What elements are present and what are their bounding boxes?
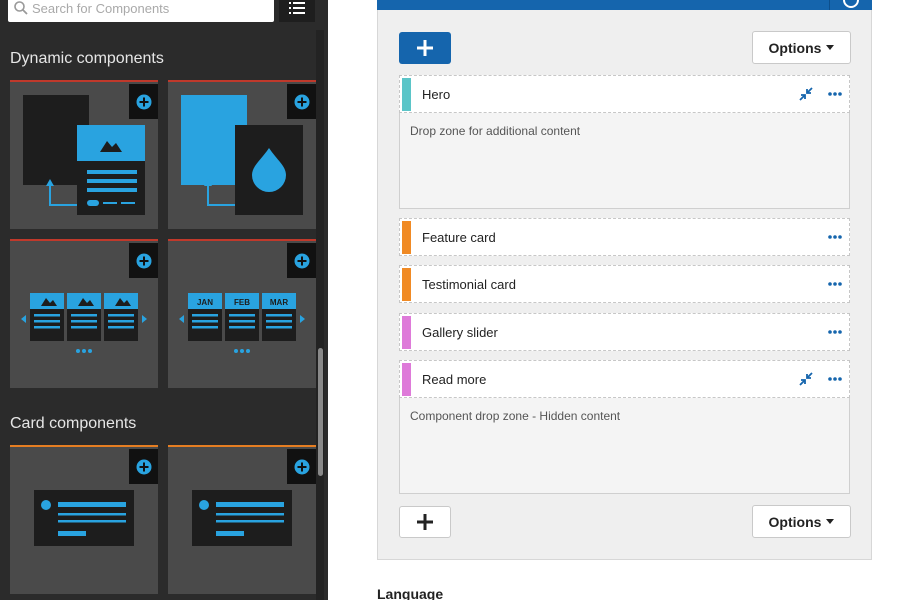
add-component-bottom-button[interactable] bbox=[399, 506, 451, 538]
search-input[interactable] bbox=[32, 0, 268, 22]
plus-icon bbox=[417, 40, 433, 56]
add-component-button[interactable] bbox=[129, 449, 158, 484]
search-box bbox=[8, 0, 274, 22]
plus-circle-icon bbox=[136, 253, 151, 268]
language-label: Language bbox=[377, 586, 444, 600]
plus-circle-icon bbox=[294, 459, 309, 474]
read-more-drop-zone[interactable]: Component drop zone - Hidden content bbox=[399, 398, 850, 494]
component-accent-bar bbox=[402, 221, 411, 254]
list-icon bbox=[289, 2, 305, 14]
component-row-testimonial-card[interactable]: Testimonial card bbox=[399, 265, 850, 303]
drop-zone-text: Component drop zone - Hidden content bbox=[410, 409, 621, 423]
component-label: Testimonial card bbox=[422, 277, 516, 292]
component-row-read-more[interactable]: Read more bbox=[399, 360, 850, 398]
component-accent-bar bbox=[402, 316, 411, 349]
component-card-media-block[interactable] bbox=[168, 80, 316, 229]
component-card-card-basic[interactable] bbox=[10, 445, 158, 594]
add-component-button[interactable] bbox=[129, 243, 158, 278]
month-label: JAN bbox=[197, 298, 213, 307]
component-sidebar: Dynamic components bbox=[0, 0, 328, 600]
component-label: Read more bbox=[422, 372, 487, 387]
component-card-month-carousel[interactable]: JAN FEB MAR bbox=[168, 239, 316, 388]
options-bottom-button[interactable]: Options bbox=[752, 505, 851, 538]
component-card-image-text[interactable] bbox=[10, 80, 158, 229]
month-label: MAR bbox=[270, 298, 288, 307]
panel-header-bar bbox=[377, 0, 872, 10]
add-component-button[interactable] bbox=[129, 84, 158, 119]
plus-circle-icon bbox=[294, 94, 309, 109]
component-accent-bar bbox=[402, 268, 411, 301]
sidebar-scrollbar-track bbox=[316, 30, 324, 600]
add-component-button[interactable] bbox=[287, 243, 316, 278]
search-icon bbox=[14, 1, 28, 15]
add-component-button[interactable] bbox=[287, 449, 316, 484]
header-divider bbox=[829, 0, 830, 10]
month-label: FEB bbox=[234, 298, 250, 307]
options-label: Options bbox=[768, 513, 822, 530]
more-options-icon[interactable] bbox=[828, 375, 842, 383]
component-label: Feature card bbox=[422, 230, 496, 245]
caret-down-icon bbox=[826, 45, 835, 50]
plus-circle-icon bbox=[294, 253, 309, 268]
caret-down-icon bbox=[826, 519, 835, 524]
plus-circle-icon bbox=[136, 94, 151, 109]
component-card-image-carousel[interactable] bbox=[10, 239, 158, 388]
plus-icon bbox=[417, 514, 433, 530]
list-view-toggle[interactable] bbox=[279, 0, 315, 22]
collapse-icon[interactable] bbox=[798, 371, 814, 387]
component-row-hero[interactable]: Hero bbox=[399, 75, 850, 113]
component-row-feature-card[interactable]: Feature card bbox=[399, 218, 850, 256]
more-options-icon[interactable] bbox=[828, 90, 842, 98]
component-label: Hero bbox=[422, 87, 451, 102]
section-heading-card: Card components bbox=[10, 415, 137, 432]
drop-zone-text: Drop zone for additional content bbox=[410, 124, 581, 138]
section-heading-dynamic: Dynamic components bbox=[10, 50, 164, 67]
plus-circle-icon bbox=[136, 459, 151, 474]
options-top-button[interactable]: Options bbox=[752, 31, 851, 64]
add-component-button[interactable] bbox=[287, 84, 316, 119]
add-component-top-button[interactable] bbox=[399, 32, 451, 64]
more-options-icon[interactable] bbox=[828, 328, 842, 336]
component-card-card-alt[interactable] bbox=[168, 445, 316, 594]
page: Dynamic components bbox=[0, 0, 900, 600]
collapse-icon[interactable] bbox=[798, 86, 814, 102]
more-options-icon[interactable] bbox=[828, 233, 842, 241]
hero-drop-zone[interactable]: Drop zone for additional content bbox=[399, 113, 850, 209]
component-row-gallery-slider[interactable]: Gallery slider bbox=[399, 313, 850, 351]
component-label: Gallery slider bbox=[422, 325, 498, 340]
component-accent-bar bbox=[402, 78, 411, 111]
sidebar-scrollbar-thumb[interactable] bbox=[318, 348, 323, 476]
component-accent-bar bbox=[402, 363, 411, 396]
more-options-icon[interactable] bbox=[828, 280, 842, 288]
options-label: Options bbox=[768, 39, 822, 56]
